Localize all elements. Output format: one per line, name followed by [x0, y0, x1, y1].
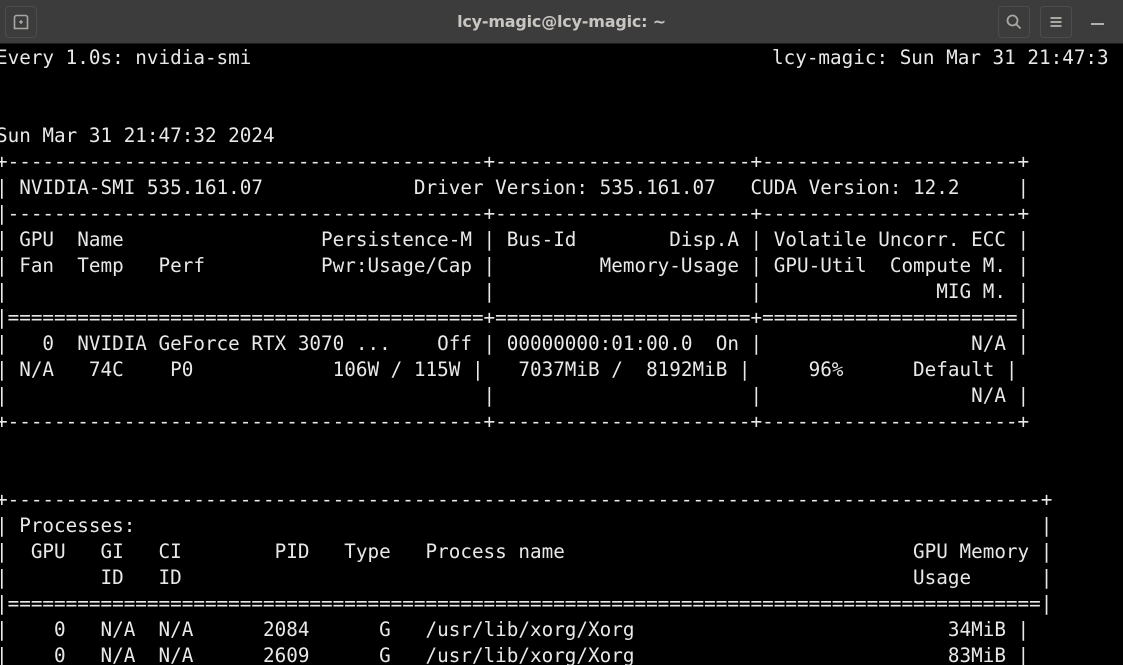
- smi-header-row-1: | GPU Name Persistence-M | Bus-Id Disp.A…: [0, 228, 1030, 251]
- watch-host-date: lcy-magic: Sun Mar 31 21:47:3: [772, 46, 1109, 69]
- search-button[interactable]: [998, 6, 1030, 38]
- nvidia-smi-output: Sun Mar 31 21:47:32 2024 +---------------…: [0, 71, 1052, 665]
- minimize-button[interactable]: [1082, 6, 1114, 38]
- gpu-row-line-1: | 0 NVIDIA GeForce RTX 3070 ... Off | 00…: [0, 332, 1030, 355]
- terminal-window: lcy-magic@lcy-magic: ~ Every 1.0s: nvidi…: [0, 0, 1123, 665]
- smi-header-row-2: | Fan Temp Perf Pwr:Usage/Cap | Memory-U…: [0, 254, 1030, 277]
- menu-button[interactable]: [1040, 6, 1072, 38]
- watch-banner: Every 1.0s: nvidia-smi lcy-magic: Sun Ma…: [0, 45, 1123, 71]
- window-titlebar: lcy-magic@lcy-magic: ~: [0, 0, 1123, 44]
- process-row: | 0 N/A N/A 2084 G /usr/lib/xorg/Xorg 34…: [0, 618, 1030, 641]
- smi-timestamp: Sun Mar 31 21:47:32 2024: [0, 124, 275, 147]
- processes-border-top: +---------------------------------------…: [0, 488, 1053, 511]
- processes-header-2: | ID ID Usage |: [0, 566, 1053, 589]
- smi-header-separator: |=======================================…: [0, 306, 1030, 329]
- terminal-screen[interactable]: Every 1.0s: nvidia-smi lcy-magic: Sun Ma…: [0, 45, 1123, 665]
- smi-version-line: | NVIDIA-SMI 535.161.07 Driver Version: …: [0, 176, 1030, 199]
- watch-command: Every 1.0s: nvidia-smi: [0, 46, 252, 69]
- gpu-row-line-3: | | | N/A |: [0, 384, 1030, 407]
- window-title: lcy-magic@lcy-magic: ~: [457, 12, 666, 31]
- smi-border-mid: |---------------------------------------…: [0, 202, 1030, 225]
- new-tab-button[interactable]: [5, 6, 37, 38]
- processes-separator: |=======================================…: [0, 592, 1053, 615]
- smi-border-top: +---------------------------------------…: [0, 150, 1030, 173]
- minimize-icon: [1091, 23, 1104, 25]
- smi-header-row-3: | | | MIG M. |: [0, 280, 1030, 303]
- process-row: | 0 N/A N/A 2609 G /usr/lib/xorg/Xorg 83…: [0, 644, 1030, 665]
- new-tab-icon: [6, 7, 36, 37]
- smi-border-bottom: +---------------------------------------…: [0, 410, 1030, 433]
- processes-title: | Processes: |: [0, 514, 1053, 537]
- gpu-row-line-2: | N/A 74C P0 106W / 115W | 7037MiB / 819…: [0, 358, 1018, 381]
- search-icon: [999, 7, 1029, 37]
- hamburger-menu-icon: [1041, 7, 1071, 37]
- processes-header-1: | GPU GI CI PID Type Process name GPU Me…: [0, 540, 1053, 563]
